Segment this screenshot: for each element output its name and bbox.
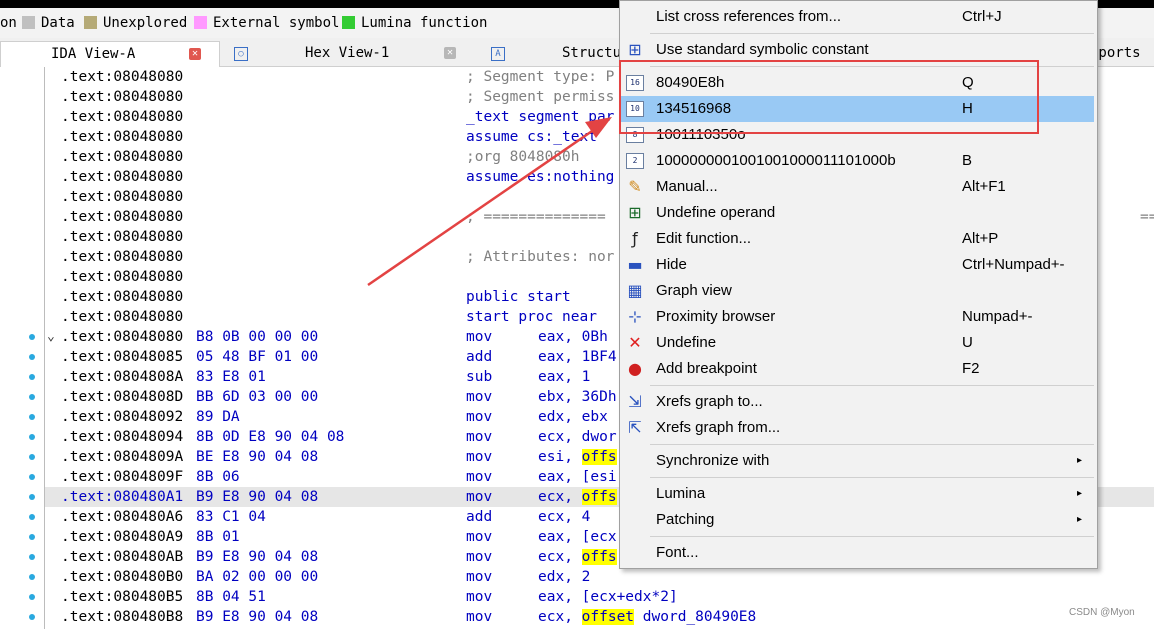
menu-item-shortcut: B	[962, 152, 973, 169]
watermark: CSDN @Myon⁠	[1069, 607, 1135, 618]
menu-item-1000000001001001000011101000b[interactable]: 2 1000000001001001000011101000b B	[621, 148, 1094, 174]
menu-item-shortcut: Alt+F1	[962, 178, 1006, 195]
menu-item-shortcut: U	[962, 334, 973, 351]
arrow-line	[367, 125, 599, 287]
menu-item-shortcut: Ctrl+J	[962, 8, 1002, 25]
menu-item-label: List cross references from...	[656, 8, 842, 25]
menu-separator	[650, 536, 1094, 537]
submenu-arrow-icon: ▸	[1077, 488, 1083, 499]
menu-item-label: Xrefs graph to...	[656, 393, 763, 410]
menu-item-shortcut: Numpad+-	[962, 308, 1033, 325]
arrow-head	[585, 117, 612, 138]
menu-item-synchronize-with[interactable]: Synchronize with ▸	[621, 448, 1094, 474]
menu-item-lumina[interactable]: Lumina ▸	[621, 481, 1094, 507]
menu-separator	[650, 444, 1094, 445]
menu-separator	[650, 385, 1094, 386]
menu-item-list-cross-references-from[interactable]: List cross references from... Ctrl+J	[621, 4, 1094, 30]
undefine-operand-icon: ⊞	[628, 203, 642, 222]
breakpoint-icon: ●	[628, 359, 642, 378]
menu-item-undefine-operand[interactable]: ⊞ Undefine operand	[621, 200, 1094, 226]
menu-item-label: Hide	[656, 256, 687, 273]
menu-item-shortcut: F2	[962, 360, 980, 377]
menu-item-label: Use standard symbolic constant	[656, 41, 869, 58]
menu-item-label: Add breakpoint	[656, 360, 757, 377]
menu-item-label: Patching	[656, 511, 715, 528]
menu-item-proximity-browser[interactable]: ⊹ Proximity browser Numpad+-	[621, 304, 1094, 330]
minus-icon: ▬	[627, 255, 643, 274]
menu-item-manual[interactable]: ✎ Manual... Alt+F1	[621, 174, 1094, 200]
menu-separator	[650, 33, 1094, 34]
menu-item-label: Undefine operand	[656, 204, 776, 221]
menu-item-patching[interactable]: Patching ▸	[621, 507, 1094, 533]
xrefs-from-icon: ⇱	[628, 418, 642, 437]
graph-view-icon: ▦	[627, 281, 643, 300]
menu-item-label: Lumina	[656, 485, 706, 502]
menu-item-label: 1000000001001001000011101000b	[656, 152, 896, 169]
menu-separator	[650, 477, 1094, 478]
submenu-arrow-icon: ▸	[1077, 455, 1083, 466]
menu-item-hide[interactable]: ▬ Hide Ctrl+Numpad+-	[621, 252, 1094, 278]
menu-item-label: Xrefs graph from...	[656, 419, 781, 436]
menu-item-label: Graph view	[656, 282, 732, 299]
menu-item-graph-view[interactable]: ▦ Graph view	[621, 278, 1094, 304]
menu-item-label: Undefine	[656, 334, 717, 351]
menu-item-edit-function[interactable]: ƒ Edit function... Alt+P	[621, 226, 1094, 252]
proximity-icon: ⊹	[628, 307, 642, 326]
menu-item-label: Font...	[656, 544, 699, 561]
function-f-icon: ƒ	[632, 229, 638, 248]
menu-item-font[interactable]: Font...	[621, 540, 1094, 566]
binary-2-icon: 2	[626, 153, 644, 169]
pencil-icon: ✎	[628, 177, 642, 196]
red-x-icon: ✕	[628, 333, 642, 352]
menu-item-shortcut: Ctrl+Numpad+-	[962, 256, 1065, 273]
menu-item-undefine[interactable]: ✕ Undefine U	[621, 330, 1094, 356]
menu-item-shortcut: Alt+P	[962, 230, 999, 247]
menu-item-label: Proximity browser	[656, 308, 776, 325]
menu-item-label: Edit function...	[656, 230, 752, 247]
menu-item-label: Synchronize with	[656, 452, 770, 469]
menu-item-xrefs-graph-to[interactable]: ⇲ Xrefs graph to...	[621, 389, 1094, 415]
menu-item-label: Manual...	[656, 178, 718, 195]
xrefs-to-icon: ⇲	[628, 392, 642, 411]
symbolic-constant-icon: ⊞	[628, 40, 642, 59]
submenu-arrow-icon: ▸	[1077, 514, 1083, 525]
highlight-box	[619, 60, 1039, 134]
menu-item-add-breakpoint[interactable]: ● Add breakpoint F2	[621, 356, 1094, 382]
menu-item-xrefs-graph-from[interactable]: ⇱ Xrefs graph from...	[621, 415, 1094, 441]
